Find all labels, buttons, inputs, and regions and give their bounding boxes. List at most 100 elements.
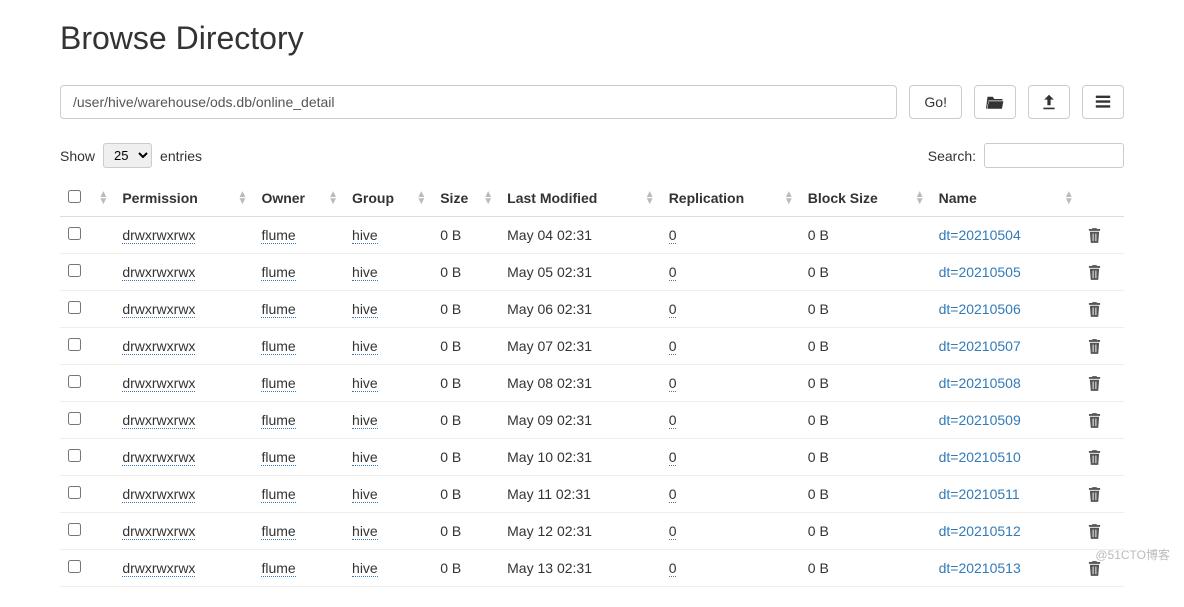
- trash-icon[interactable]: [1088, 265, 1116, 280]
- upload-button[interactable]: [1028, 85, 1070, 119]
- row-checkbox[interactable]: [68, 227, 81, 240]
- col-group[interactable]: Group▲▼: [344, 180, 432, 217]
- name-link[interactable]: dt=20210507: [939, 338, 1021, 354]
- permission-cell[interactable]: drwxrwxrwx: [122, 301, 195, 318]
- list-icon: [1095, 95, 1111, 109]
- replication-cell[interactable]: 0: [669, 486, 677, 503]
- modified-cell: May 06 02:31: [499, 291, 661, 328]
- sort-icon: ▲▼: [915, 191, 925, 205]
- permission-cell[interactable]: drwxrwxrwx: [122, 412, 195, 429]
- trash-icon[interactable]: [1088, 450, 1116, 465]
- trash-icon[interactable]: [1088, 302, 1116, 317]
- name-link[interactable]: dt=20210511: [939, 486, 1020, 502]
- permission-cell[interactable]: drwxrwxrwx: [122, 523, 195, 540]
- modified-cell: May 11 02:31: [499, 476, 661, 513]
- row-checkbox[interactable]: [68, 375, 81, 388]
- col-size[interactable]: Size▲▼: [432, 180, 499, 217]
- permission-cell[interactable]: drwxrwxrwx: [122, 227, 195, 244]
- col-name[interactable]: Name▲▼: [931, 180, 1080, 217]
- owner-cell[interactable]: flume: [261, 449, 295, 466]
- replication-cell[interactable]: 0: [669, 264, 677, 281]
- group-cell[interactable]: hive: [352, 486, 378, 503]
- name-link[interactable]: dt=20210510: [939, 449, 1021, 465]
- page-size-select[interactable]: 25: [103, 143, 152, 168]
- group-cell[interactable]: hive: [352, 227, 378, 244]
- trash-icon[interactable]: [1088, 228, 1116, 243]
- permission-cell[interactable]: drwxrwxrwx: [122, 338, 195, 355]
- col-block-size[interactable]: Block Size▲▼: [800, 180, 931, 217]
- group-cell[interactable]: hive: [352, 264, 378, 281]
- row-checkbox[interactable]: [68, 264, 81, 277]
- permission-cell[interactable]: drwxrwxrwx: [122, 486, 195, 503]
- modified-cell: May 10 02:31: [499, 439, 661, 476]
- size-cell: 0 B: [432, 402, 499, 439]
- group-cell[interactable]: hive: [352, 412, 378, 429]
- col-permission[interactable]: Permission▲▼: [114, 180, 253, 217]
- owner-cell[interactable]: flume: [261, 301, 295, 318]
- file-listing-table: ▲▼ Permission▲▼ Owner▲▼ Group▲▼ Size▲▼ L…: [60, 180, 1124, 587]
- replication-cell[interactable]: 0: [669, 301, 677, 318]
- table-row: drwxrwxrwxflumehive0 BMay 07 02:3100 Bdt…: [60, 328, 1124, 365]
- owner-cell[interactable]: flume: [261, 412, 295, 429]
- col-replication[interactable]: Replication▲▼: [661, 180, 800, 217]
- go-button[interactable]: Go!: [909, 85, 962, 119]
- new-folder-button[interactable]: [1082, 85, 1124, 119]
- owner-cell[interactable]: flume: [261, 227, 295, 244]
- home-button[interactable]: [974, 85, 1016, 119]
- path-bar: Go!: [60, 85, 1124, 119]
- trash-icon[interactable]: [1088, 413, 1116, 428]
- show-label: Show: [60, 148, 95, 164]
- row-checkbox[interactable]: [68, 560, 81, 573]
- owner-cell[interactable]: flume: [261, 523, 295, 540]
- name-link[interactable]: dt=20210504: [939, 227, 1021, 243]
- group-cell[interactable]: hive: [352, 523, 378, 540]
- table-row: drwxrwxrwxflumehive0 BMay 10 02:3100 Bdt…: [60, 439, 1124, 476]
- replication-cell[interactable]: 0: [669, 227, 677, 244]
- size-cell: 0 B: [432, 328, 499, 365]
- permission-cell[interactable]: drwxrwxrwx: [122, 264, 195, 281]
- group-cell[interactable]: hive: [352, 375, 378, 392]
- name-link[interactable]: dt=20210512: [939, 523, 1021, 539]
- permission-cell[interactable]: drwxrwxrwx: [122, 449, 195, 466]
- replication-cell[interactable]: 0: [669, 523, 677, 540]
- name-link[interactable]: dt=20210506: [939, 301, 1021, 317]
- replication-cell[interactable]: 0: [669, 449, 677, 466]
- row-checkbox[interactable]: [68, 301, 81, 314]
- trash-icon[interactable]: [1088, 339, 1116, 354]
- owner-cell[interactable]: flume: [261, 264, 295, 281]
- row-checkbox[interactable]: [68, 449, 81, 462]
- name-link[interactable]: dt=20210505: [939, 264, 1021, 280]
- name-link[interactable]: dt=20210509: [939, 412, 1021, 428]
- name-link[interactable]: dt=20210513: [939, 560, 1021, 576]
- select-all-checkbox[interactable]: [68, 190, 81, 203]
- row-checkbox[interactable]: [68, 412, 81, 425]
- replication-cell[interactable]: 0: [669, 412, 677, 429]
- trash-icon[interactable]: [1088, 524, 1116, 539]
- search-box: Search:: [928, 143, 1124, 168]
- search-input[interactable]: [984, 143, 1124, 168]
- owner-cell[interactable]: flume: [261, 338, 295, 355]
- block-size-cell: 0 B: [800, 328, 931, 365]
- modified-cell: May 07 02:31: [499, 328, 661, 365]
- row-checkbox[interactable]: [68, 523, 81, 536]
- col-owner[interactable]: Owner▲▼: [253, 180, 344, 217]
- group-cell[interactable]: hive: [352, 301, 378, 318]
- table-row: drwxrwxrwxflumehive0 BMay 11 02:3100 Bdt…: [60, 476, 1124, 513]
- col-last-modified[interactable]: Last Modified▲▼: [499, 180, 661, 217]
- replication-cell[interactable]: 0: [669, 338, 677, 355]
- group-cell[interactable]: hive: [352, 449, 378, 466]
- owner-cell[interactable]: flume: [261, 375, 295, 392]
- owner-cell[interactable]: flume: [261, 486, 295, 503]
- permission-cell[interactable]: drwxrwxrwx: [122, 375, 195, 392]
- row-checkbox[interactable]: [68, 338, 81, 351]
- trash-icon[interactable]: [1088, 487, 1116, 502]
- path-input[interactable]: [60, 85, 897, 119]
- row-checkbox[interactable]: [68, 486, 81, 499]
- name-link[interactable]: dt=20210508: [939, 375, 1021, 391]
- col-sort-blank[interactable]: ▲▼: [90, 180, 114, 217]
- size-cell: 0 B: [432, 550, 499, 587]
- upload-icon: [1041, 94, 1057, 110]
- trash-icon[interactable]: [1088, 376, 1116, 391]
- replication-cell[interactable]: 0: [669, 375, 677, 392]
- group-cell[interactable]: hive: [352, 338, 378, 355]
